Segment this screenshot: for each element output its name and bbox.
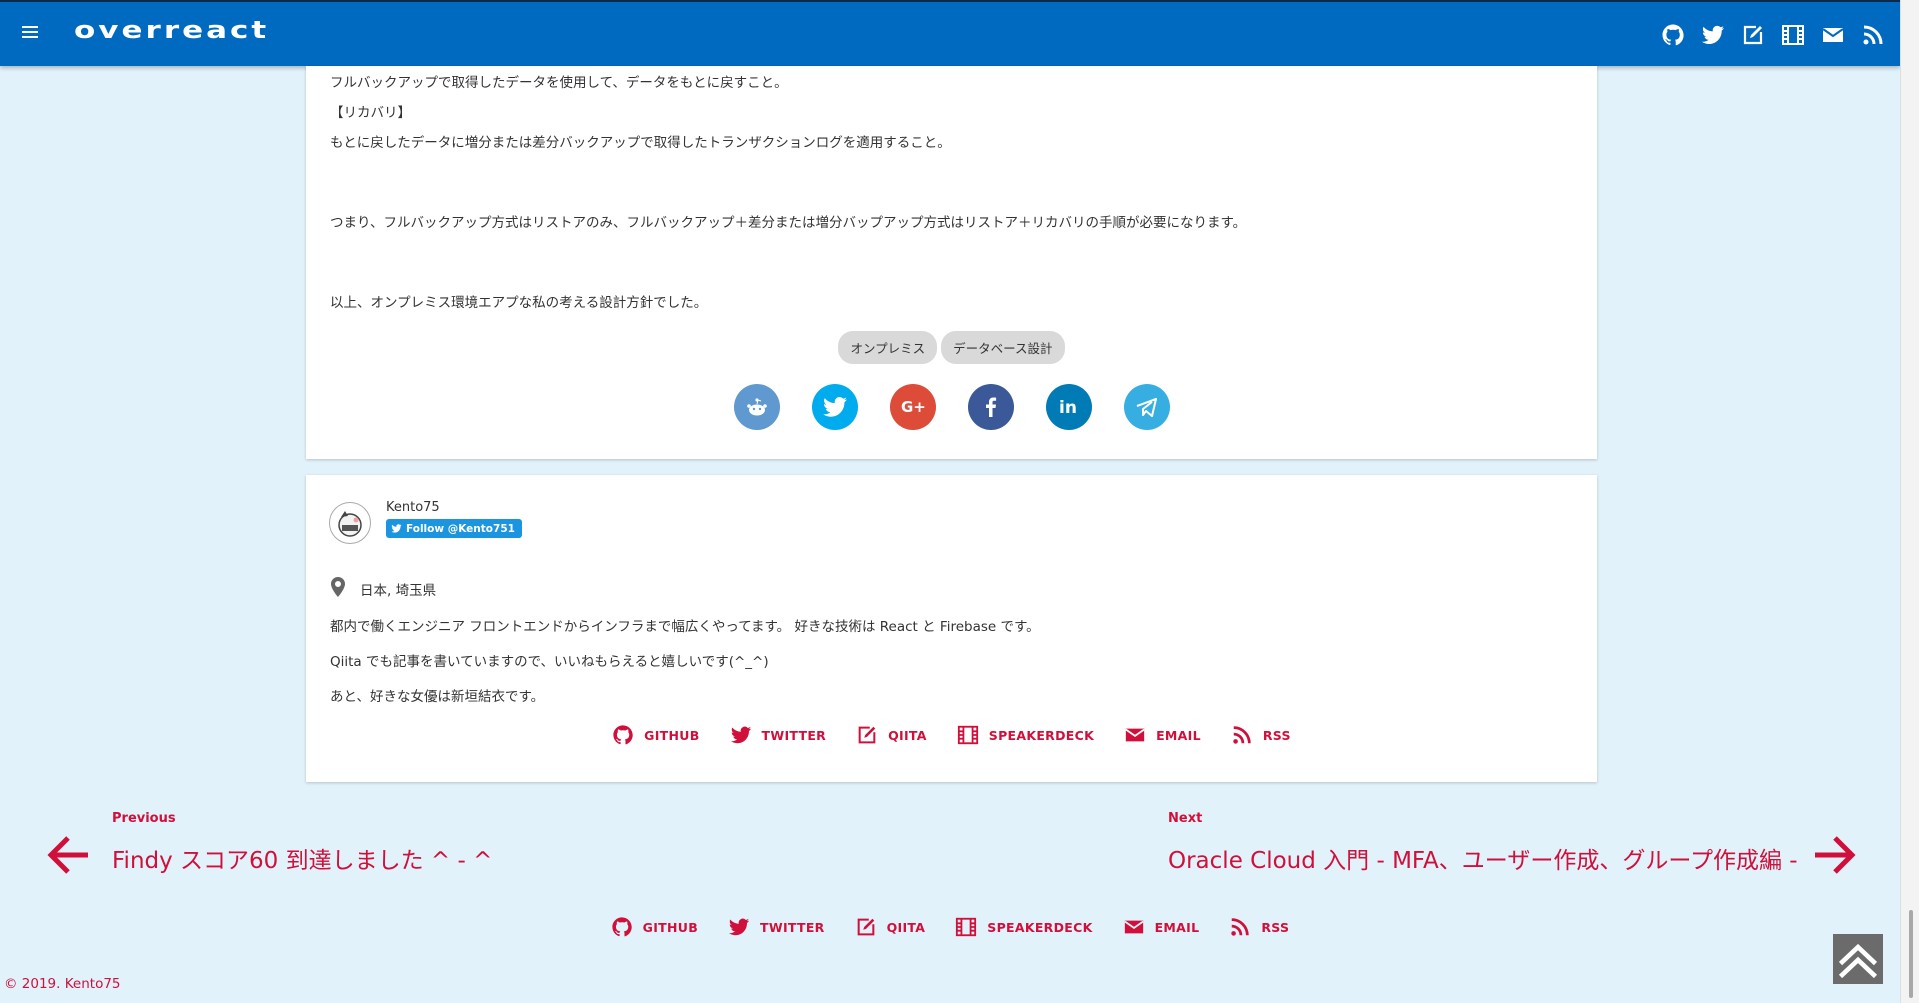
- article-paragraph: もとに戻したデータに増分または差分バックアップで取得したトランザクションログを適…: [330, 135, 951, 151]
- email-link-label: EMAIL: [1154, 919, 1200, 935]
- footer-social-links: GITHUB TWITTER QIITA SPEAKERDECK EMAIL R…: [0, 916, 1900, 938]
- telegram-icon: [1136, 398, 1157, 417]
- qiita-link[interactable]: QIITA: [855, 916, 926, 938]
- rss-link-label: RSS: [1262, 727, 1291, 743]
- svg-text:in: in: [1059, 398, 1077, 418]
- github-icon: [612, 917, 632, 937]
- profile-social-links: GITHUB TWITTER QIITA SPEAKERDECK EMAIL R…: [306, 724, 1597, 746]
- tag-chip[interactable]: データベース設計: [941, 331, 1065, 364]
- film-icon[interactable]: [1780, 22, 1806, 48]
- linkedin-icon: in: [1059, 398, 1077, 418]
- speakerdeck-link[interactable]: SPEAKERDECK: [955, 916, 1092, 938]
- article-paragraph: 以上、オンプレミス環境エアプな私の考える設計方針でした。: [330, 295, 708, 311]
- article-paragraph: 【リカバリ】: [330, 105, 411, 121]
- double-chevron-up-icon: [1838, 943, 1878, 979]
- author-profile-card: Kento75 Follow @Kento751 日本, 埼玉県 都内で働くエン…: [306, 475, 1597, 782]
- twitter-icon: [822, 397, 847, 417]
- previous-post-link[interactable]: Findy スコア60 到達しました ^ - ^: [112, 841, 492, 875]
- qiita-link-label: QIITA: [886, 919, 926, 935]
- avatar: [329, 502, 371, 544]
- reddit-icon: [746, 398, 767, 416]
- google-plus-icon: G+: [901, 398, 926, 416]
- film-icon: [957, 725, 978, 745]
- rss-icon[interactable]: [1860, 22, 1886, 48]
- facebook-icon: [985, 397, 996, 417]
- github-link[interactable]: GITHUB: [611, 916, 698, 938]
- author-bio-line: あと、好きな女優は新垣結衣です。: [330, 689, 545, 705]
- google-plus-share-button[interactable]: G+: [889, 384, 936, 430]
- location-pin-icon: [331, 577, 345, 597]
- author-bio-line: 都内で働くエンジニア フロントエンドからインフラまで幅広くやってます。 好きな技…: [330, 619, 1040, 635]
- twitter-icon[interactable]: [1700, 22, 1726, 48]
- top-app-bar: overreact: [0, 0, 1900, 66]
- rss-icon: [1233, 726, 1251, 744]
- tag-chip[interactable]: オンプレミス: [838, 331, 938, 364]
- arrow-right-icon[interactable]: [1811, 832, 1857, 878]
- reddit-share-button[interactable]: [733, 384, 780, 430]
- article-card: フルバックアップで取得したデータを使用して、データをもとに戻すこと。 【リカバリ…: [306, 66, 1597, 459]
- rss-icon: [1231, 918, 1250, 936]
- linkedin-share-button[interactable]: in: [1045, 384, 1092, 430]
- email-link[interactable]: EMAIL: [1123, 916, 1200, 938]
- qiita-link[interactable]: QIITA: [856, 724, 927, 746]
- email-icon: [1125, 728, 1145, 742]
- twitter-link[interactable]: TWITTER: [728, 916, 825, 938]
- github-icon: [613, 725, 633, 745]
- twitter-share-button[interactable]: [811, 384, 858, 430]
- speakerdeck-link[interactable]: SPEAKERDECK: [957, 724, 1094, 746]
- scrollbar-thumb[interactable]: [1909, 910, 1913, 998]
- email-link[interactable]: EMAIL: [1124, 724, 1201, 746]
- twitter-icon: [730, 726, 751, 744]
- rss-link[interactable]: RSS: [1231, 724, 1291, 746]
- rss-link[interactable]: RSS: [1229, 916, 1289, 938]
- next-label: Next: [1168, 811, 1203, 826]
- email-icon[interactable]: [1820, 22, 1846, 48]
- facebook-share-button[interactable]: [967, 384, 1014, 430]
- site-logo[interactable]: overreact: [74, 16, 269, 44]
- qiita-link-label: QIITA: [888, 727, 927, 743]
- edit-icon: [857, 918, 874, 936]
- speakerdeck-link-label: SPEAKERDECK: [987, 919, 1093, 935]
- github-link[interactable]: GITHUB: [612, 724, 699, 746]
- twitter-follow-button[interactable]: Follow @Kento751: [386, 519, 522, 538]
- github-link-label: GITHUB: [642, 919, 699, 935]
- github-icon[interactable]: [1660, 22, 1686, 48]
- next-post-link[interactable]: Oracle Cloud 入門 - MFA、ユーザー作成、グループ作成編 -: [1168, 841, 1798, 875]
- arrow-left-icon[interactable]: [46, 832, 92, 878]
- svg-text:G+: G+: [901, 398, 926, 416]
- email-link-label: EMAIL: [1156, 727, 1201, 743]
- telegram-share-button[interactable]: [1123, 384, 1170, 430]
- edit-icon: [858, 726, 876, 744]
- github-link-label: GITHUB: [644, 727, 700, 743]
- twitter-icon: [391, 524, 402, 533]
- rss-link-label: RSS: [1261, 919, 1290, 935]
- scroll-to-top-button[interactable]: [1833, 934, 1883, 984]
- twitter-link-label: TWITTER: [760, 919, 825, 935]
- speakerdeck-link-label: SPEAKERDECK: [988, 727, 1095, 743]
- previous-label: Previous: [112, 811, 176, 826]
- article-paragraph: フルバックアップで取得したデータを使用して、データをもとに戻すこと。: [330, 75, 788, 91]
- menu-icon[interactable]: [22, 24, 44, 42]
- author-name: Kento75: [386, 500, 440, 515]
- follow-label: Follow @Kento751: [406, 522, 515, 535]
- film-icon: [956, 917, 977, 937]
- twitter-link[interactable]: TWITTER: [730, 724, 827, 746]
- copyright: © 2019. Kento75: [4, 976, 121, 992]
- tag-list: オンプレミス データベース設計: [306, 331, 1597, 364]
- article-paragraph: つまり、フルバックアップ方式はリストアのみ、フルバックアップ＋差分または増分バッ…: [330, 215, 1247, 231]
- twitter-icon: [728, 918, 750, 936]
- edit-icon[interactable]: [1740, 22, 1766, 48]
- author-location: 日本, 埼玉県: [360, 583, 437, 599]
- page-scrollbar[interactable]: [1900, 0, 1919, 1003]
- author-bio-line: Qiita でも記事を書いていますので、いいねもらえると嬉しいです(^_^): [330, 654, 769, 670]
- twitter-link-label: TWITTER: [761, 727, 827, 743]
- share-buttons: G+ in: [306, 384, 1597, 430]
- email-icon: [1123, 920, 1144, 934]
